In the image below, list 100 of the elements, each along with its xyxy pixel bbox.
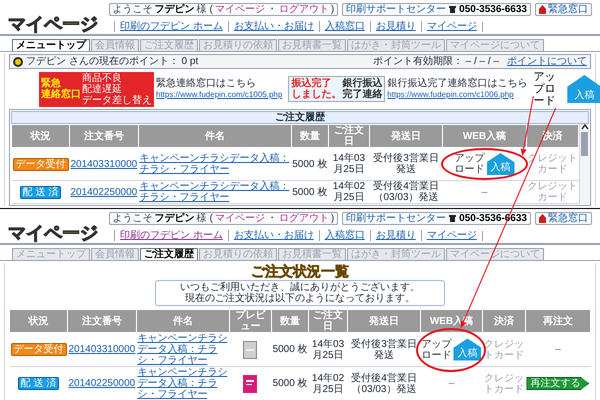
quantity: 5000 枚	[272, 344, 308, 355]
column-header: 状況	[10, 310, 68, 332]
order-number-link[interactable]: 201402250000	[70, 186, 138, 198]
ship-date: 受付後3営業日発送	[372, 153, 440, 175]
nav-link[interactable]: マイページ	[426, 21, 477, 32]
emergency-button[interactable]: 緊急窓口	[535, 212, 592, 225]
account-link[interactable]: ログアウト	[278, 4, 329, 15]
tab[interactable]: ご注文履歴	[140, 248, 198, 260]
column-header: WEB入稿	[442, 124, 526, 148]
quantity: 5000 枚	[272, 378, 308, 389]
quantity: 5000 枚	[292, 158, 328, 170]
welcome-text: )	[330, 4, 334, 15]
callout-text: アップロード	[533, 71, 556, 107]
order-name-link[interactable]: キャンペーンチラシデータ入稿：チラシ・フライヤー	[137, 333, 228, 366]
points-link[interactable]: ポイントについて	[507, 56, 587, 67]
status-badge: 配 送 済	[18, 377, 60, 390]
empty-value: –	[448, 378, 454, 389]
points-expiry: ポイント有効期限： – / – / –	[372, 56, 499, 67]
banner-text: 配達遅延	[82, 84, 123, 94]
reorder-button[interactable]: 再注文する	[526, 377, 590, 390]
page-title: ご注文状況一覧	[250, 263, 350, 280]
column-header: 発送日	[347, 310, 420, 332]
status-badge: データ受付	[12, 158, 68, 170]
bank-banner[interactable]: 振込完了 しました。 銀行振込 完了連絡	[288, 76, 386, 102]
banner-title: 振込完了	[291, 78, 332, 89]
nav-link[interactable]: お支払い・お届け	[234, 21, 314, 32]
annotation-circle	[416, 328, 486, 372]
banner-text: データ差し替え	[82, 94, 152, 106]
empty-value: –	[555, 344, 561, 355]
nav-link[interactable]: お支払い・お届け	[234, 230, 314, 241]
scrollbar[interactable]	[579, 124, 589, 204]
welcome-text: ようこそ	[112, 4, 153, 15]
upload-label: アップロード	[454, 153, 484, 175]
order-date: 14年02月25日	[332, 181, 366, 203]
order-name-link[interactable]: キャンペーンチラシデータ入稿：チラシ・フライヤー	[139, 153, 290, 175]
site-logo[interactable]: マイページ	[8, 223, 98, 243]
nav-link[interactable]: 印刷のフデピン ホーム	[120, 230, 223, 241]
payment-method: クレジットカード	[483, 372, 524, 394]
tab[interactable]: メニュートップ	[12, 39, 90, 51]
ship-date: 受付後4営業日（03/03）発送	[372, 181, 440, 203]
banner-title: 連絡窓口	[41, 89, 81, 100]
notice-text: 現在のご注文状況は以下のようになっております。	[184, 293, 416, 304]
welcome-text: ようこそ	[112, 213, 153, 224]
welcome-text: ・	[266, 4, 277, 15]
nav-link[interactable]: お見積り	[376, 21, 416, 32]
column-header: プレビュー	[229, 310, 272, 332]
column-header: 数量	[272, 310, 309, 332]
banner-link[interactable]: https://www.fudepin.com/c1006.php	[387, 89, 528, 100]
nav-link[interactable]: マイページ	[426, 230, 477, 241]
order-name-link[interactable]: キャンペーンチラシデータ入稿：チラシ・フライヤー	[137, 367, 228, 400]
order-date: 14年03月25日	[332, 153, 366, 175]
notice-text: いつもご利用いただき、誠にありがとうございます。	[179, 282, 421, 293]
welcome-text: フデピン	[154, 4, 195, 15]
banner-title: 緊急	[41, 78, 61, 89]
account-link[interactable]: マイページ	[214, 213, 265, 224]
status-badge: 配 送 済	[20, 186, 62, 198]
order-date: 14年03月25日	[310, 338, 346, 360]
nav-link[interactable]: 印刷のフデピン ホーム	[120, 21, 223, 32]
column-header: 状況	[12, 124, 70, 148]
column-header: ご注文日	[328, 124, 370, 148]
account-link[interactable]: マイページ	[214, 4, 265, 15]
site-logo[interactable]: マイページ	[8, 14, 98, 34]
banner-title: しました。	[291, 89, 342, 100]
column-header: 件名	[136, 310, 230, 332]
scrollbar-thumb[interactable]	[581, 132, 588, 156]
payment-method: クレジットカード	[528, 181, 578, 203]
banner-text: 完了連絡	[342, 89, 382, 100]
welcome-text: ・	[266, 213, 277, 224]
payment-method: クレジットカード	[483, 338, 524, 360]
welcome-text: 様 (	[196, 4, 213, 15]
nav-link[interactable]: お見積り	[376, 230, 416, 241]
order-number-link[interactable]: 201402250000	[68, 378, 136, 389]
order-name-link[interactable]: キャンペーンチラシデータ入稿：チラシ・フライヤー	[139, 181, 290, 203]
nav-link[interactable]: 入稿窓口	[324, 21, 365, 32]
column-header: 再注文	[525, 310, 590, 332]
welcome-text: 様 (	[196, 213, 213, 224]
support-label: 印刷サポートセンター	[346, 213, 446, 224]
coin-icon	[13, 56, 23, 66]
upload-label: アップロード	[421, 338, 452, 360]
phone-number: 050-3536-6633	[459, 4, 527, 15]
order-date: 14年02月25日	[310, 372, 346, 394]
column-header: 数量	[291, 124, 328, 148]
welcome-text: フデピン	[154, 213, 195, 224]
welcome-text: )	[330, 213, 334, 224]
support-label: 印刷サポートセンター	[346, 4, 446, 15]
order-number-link[interactable]: 201403310000	[70, 158, 138, 170]
order-number-link[interactable]: 201403310000	[68, 344, 136, 355]
banner-caption: 銀行振込完了連絡窓口はこちら	[387, 78, 528, 89]
account-link[interactable]: ログアウト	[278, 213, 329, 224]
column-header: ご注文日	[308, 310, 348, 332]
banner-link[interactable]: https://www.fudepin.com/c1005.php	[156, 89, 282, 100]
column-header: 注文番号	[68, 310, 136, 332]
nav-link[interactable]: 入稿窓口	[324, 230, 365, 241]
scroll-up-icon	[580, 124, 588, 130]
emergency-button[interactable]: 緊急窓口	[535, 3, 592, 16]
ship-date: 受付後4営業日（03/03）発送	[350, 372, 418, 394]
ship-date: 受付後3営業日発送	[350, 338, 418, 360]
points-balance: フデピン さんの現在のポイント： 0 pt	[26, 56, 198, 67]
column-header: 件名	[138, 124, 292, 148]
column-header: 発送日	[370, 124, 442, 148]
